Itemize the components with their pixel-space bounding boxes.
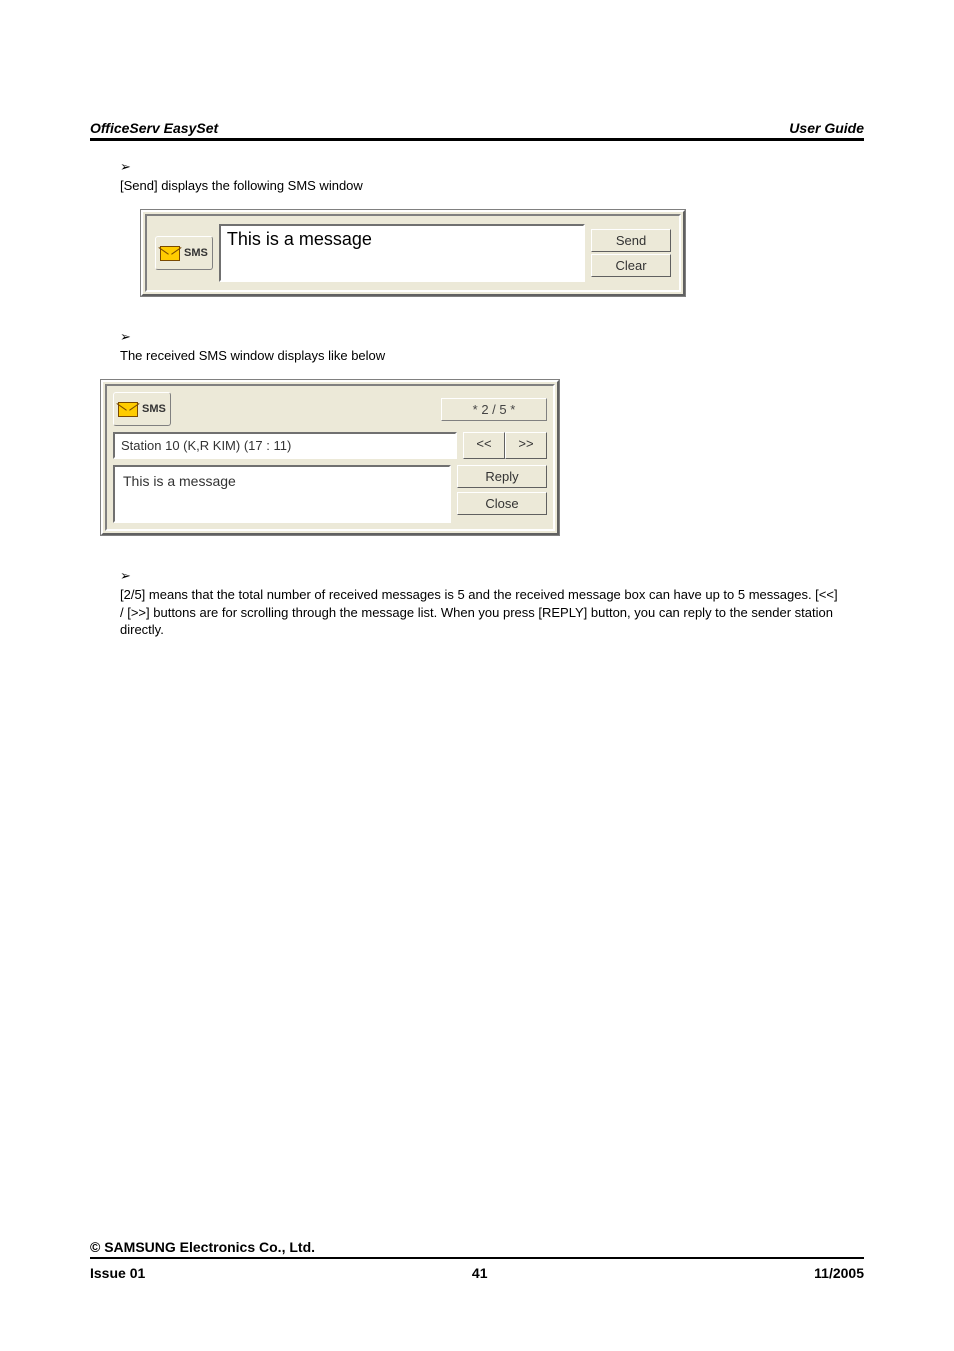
recv-button-column: Reply Close bbox=[457, 465, 547, 515]
sms-badge-label: SMS bbox=[142, 403, 166, 415]
header-rule bbox=[90, 138, 864, 141]
footer-issue: Issue 01 bbox=[90, 1265, 145, 1281]
clear-button[interactable]: Clear bbox=[591, 254, 671, 277]
header-product: OfficeServ EasySet bbox=[90, 120, 218, 136]
page-header: OfficeServ EasySet User Guide bbox=[90, 120, 864, 136]
send-button[interactable]: Send bbox=[591, 229, 671, 252]
chevron-right-icon: ➢ bbox=[120, 329, 138, 345]
reply-button[interactable]: Reply bbox=[457, 465, 547, 488]
sms-message-input[interactable]: This is a message bbox=[219, 224, 585, 282]
prev-button[interactable]: << bbox=[463, 432, 505, 459]
sms-badge[interactable]: SMS bbox=[113, 392, 171, 426]
bullet-item-send: ➢ [Send] displays the following SMS wind… bbox=[120, 159, 864, 195]
sms-badge[interactable]: SMS bbox=[155, 236, 213, 270]
footer-page: 41 bbox=[472, 1265, 488, 1281]
footer-issue-row: Issue 01 41 11/2005 bbox=[90, 1265, 864, 1281]
footer-copyright: © SAMSUNG Electronics Co., Ltd. bbox=[90, 1239, 864, 1255]
received-message-field: This is a message bbox=[113, 465, 451, 523]
nav-button-group: << >> bbox=[463, 432, 547, 459]
bullet-item-count: ➢ [2/5] means that the total number of r… bbox=[120, 568, 864, 639]
message-counter: * 2 / 5 * bbox=[441, 398, 547, 421]
bullet-text: [Send] displays the following SMS window bbox=[120, 177, 842, 195]
footer-rule bbox=[90, 1257, 864, 1259]
sms-receive-panel: SMS * 2 / 5 * Station 10 (K,R KIM) (17 :… bbox=[100, 379, 560, 536]
bullet-text: The received SMS window displays like be… bbox=[120, 347, 842, 365]
bullet-item-recv: ➢ The received SMS window displays like … bbox=[120, 329, 864, 365]
recv-header-row: SMS * 2 / 5 * bbox=[113, 392, 547, 426]
page-footer: © SAMSUNG Electronics Co., Ltd. Issue 01… bbox=[90, 1239, 864, 1281]
recv-station-row: Station 10 (K,R KIM) (17 : 11) << >> bbox=[113, 432, 547, 459]
envelope-icon bbox=[160, 246, 180, 261]
sms-badge-label: SMS bbox=[184, 247, 208, 259]
close-button[interactable]: Close bbox=[457, 492, 547, 515]
chevron-right-icon: ➢ bbox=[120, 159, 138, 175]
recv-body-row: This is a message Reply Close bbox=[113, 465, 547, 523]
sms-send-panel: SMS This is a message Send Clear bbox=[140, 209, 686, 297]
next-button[interactable]: >> bbox=[505, 432, 547, 459]
footer-date: 11/2005 bbox=[814, 1265, 864, 1281]
page: OfficeServ EasySet User Guide ➢ [Send] d… bbox=[0, 0, 954, 1351]
station-info-field: Station 10 (K,R KIM) (17 : 11) bbox=[113, 432, 457, 459]
sms-message-text: This is a message bbox=[227, 230, 372, 248]
chevron-right-icon: ➢ bbox=[120, 568, 138, 584]
header-guide: User Guide bbox=[789, 120, 864, 136]
sms-send-button-column: Send Clear bbox=[591, 224, 671, 282]
bullet-text: [2/5] means that the total number of rec… bbox=[120, 586, 842, 639]
envelope-icon bbox=[118, 402, 138, 417]
